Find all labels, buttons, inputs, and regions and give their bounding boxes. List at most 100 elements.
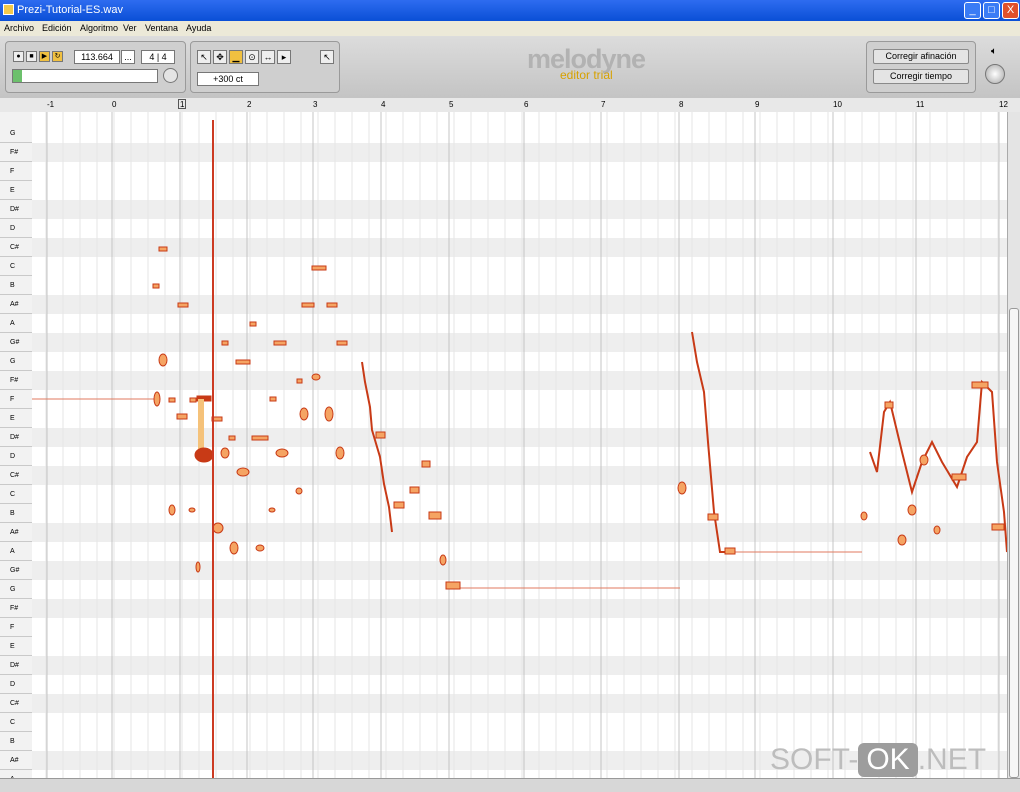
keyboard-key[interactable]: A [0, 542, 32, 561]
note-blob [919, 454, 929, 466]
key-label: F# [10, 149, 19, 156]
playhead-marker[interactable] [178, 99, 186, 109]
keyboard-key[interactable]: A# [0, 751, 32, 770]
key-label: F [10, 624, 15, 631]
note-editor-area[interactable] [32, 112, 1007, 778]
keyboard-key[interactable]: C# [0, 238, 32, 257]
pitch-offset-field[interactable]: +300 ct [197, 72, 259, 86]
separation-tool-icon[interactable]: ▸ [277, 50, 291, 64]
loop-button[interactable]: ↻ [52, 51, 63, 62]
keyboard-key[interactable]: F [0, 618, 32, 637]
keyboard-key[interactable]: D# [0, 656, 32, 675]
maximize-button[interactable]: □ [983, 2, 1000, 19]
tempo-field[interactable]: 113.664 [74, 50, 120, 64]
note-blob [168, 504, 176, 516]
play-button[interactable]: ▶ [39, 51, 50, 62]
ruler-label: -1 [47, 100, 55, 109]
keyboard-key[interactable]: G [0, 124, 32, 143]
ruler-label: 11 [916, 100, 925, 109]
key-label: D# [10, 206, 19, 213]
tempo-more-button[interactable]: ... [121, 50, 135, 64]
keyboard-key[interactable]: E [0, 181, 32, 200]
keyboard-key[interactable]: D# [0, 428, 32, 447]
note-blob [884, 401, 894, 409]
keyboard-key[interactable]: D [0, 675, 32, 694]
menu-algoritmo[interactable]: Algoritmo [80, 23, 118, 33]
keyboard-key[interactable]: D# [0, 200, 32, 219]
pitch-tool-icon[interactable]: ✥ [213, 50, 227, 64]
formant-tool-icon[interactable]: ⊙ [245, 50, 259, 64]
tools-panel: ↖ ✥ ▁ ⊙ ↔ ▸ +300 ct ↖ [190, 41, 340, 93]
note-blob [311, 265, 327, 271]
keyboard-key[interactable]: C# [0, 694, 32, 713]
keyboard-key[interactable]: F [0, 162, 32, 181]
note-blob [724, 547, 736, 555]
time-signature-field[interactable]: 4 | 4 [141, 50, 175, 64]
note-blob [439, 554, 447, 566]
key-label: D [10, 681, 16, 688]
keyboard-key[interactable]: C [0, 713, 32, 732]
time-ruler[interactable]: -1 0 1 2 3 4 5 6 7 8 9 10 11 12 [0, 98, 1020, 113]
key-label: B [10, 738, 15, 745]
record-button[interactable]: ● [13, 51, 24, 62]
keyboard-key[interactable]: G# [0, 333, 32, 352]
keyboard-key[interactable]: D [0, 447, 32, 466]
grid-row-shade [32, 333, 1007, 352]
watermark-box: OK [858, 743, 918, 777]
menu-archivo[interactable]: Archivo [4, 23, 34, 33]
metronome-icon[interactable] [163, 68, 178, 83]
menu-ventana[interactable]: Ventana [145, 23, 178, 33]
menu-edicion[interactable]: Edición [42, 23, 72, 33]
pitch-keyboard[interactable]: G F# F E D# D C# C B A# A G# G F# F E D# D C# C B A# A G# G F# F E D… [0, 112, 33, 789]
time-tool-icon[interactable]: ↔ [261, 50, 275, 64]
key-label: G [10, 358, 16, 365]
keyboard-key[interactable]: A [0, 314, 32, 333]
scrollbar-thumb[interactable] [1009, 308, 1019, 778]
keyboard-key[interactable]: B [0, 732, 32, 751]
volume-knob[interactable] [985, 64, 1005, 84]
note-blob [269, 396, 277, 402]
keyboard-key[interactable]: B [0, 276, 32, 295]
note-blob [212, 522, 224, 534]
correct-pitch-button[interactable]: Corregir afinación [873, 49, 969, 64]
menu-ayuda[interactable]: Ayuda [186, 23, 211, 33]
note-blob [409, 486, 420, 494]
pitch-modulation-tool-icon[interactable]: ▁ [229, 50, 243, 64]
keyboard-key[interactable]: B [0, 504, 32, 523]
main-tool-icon[interactable]: ↖ [197, 50, 211, 64]
ruler-label: 8 [679, 100, 684, 109]
keyboard-key[interactable]: G [0, 580, 32, 599]
app-icon [3, 4, 14, 15]
ruler-label: 6 [524, 100, 529, 109]
note-blob [324, 406, 334, 422]
grid-row-shade [32, 466, 1007, 485]
keyboard-key[interactable]: F# [0, 371, 32, 390]
vertical-scrollbar[interactable] [1007, 112, 1020, 778]
key-label: D [10, 225, 16, 232]
keyboard-key[interactable]: G# [0, 561, 32, 580]
correct-timing-button[interactable]: Corregir tiempo [873, 69, 969, 84]
close-button[interactable]: X [1002, 2, 1019, 19]
keyboard-key[interactable]: F# [0, 599, 32, 618]
stop-button[interactable]: ■ [26, 51, 37, 62]
note-blob [153, 391, 161, 407]
pointer-tool-icon[interactable]: ↖ [320, 50, 334, 64]
keyboard-key[interactable]: E [0, 637, 32, 656]
melodyne-logo: melodyne editor trial [527, 44, 687, 84]
note-blob [189, 397, 197, 403]
keyboard-key[interactable]: C [0, 485, 32, 504]
keyboard-key[interactable]: F# [0, 143, 32, 162]
key-label: G [10, 586, 16, 593]
key-label: C [10, 263, 16, 270]
position-progress-bar[interactable] [12, 69, 158, 83]
keyboard-key[interactable]: F [0, 390, 32, 409]
menu-ver[interactable]: Ver [123, 23, 137, 33]
keyboard-key[interactable]: A# [0, 523, 32, 542]
minimize-button[interactable]: _ [964, 2, 981, 19]
keyboard-key[interactable]: G [0, 352, 32, 371]
keyboard-key[interactable]: C# [0, 466, 32, 485]
keyboard-key[interactable]: C [0, 257, 32, 276]
keyboard-key[interactable]: D [0, 219, 32, 238]
keyboard-key[interactable]: A# [0, 295, 32, 314]
keyboard-key[interactable]: E [0, 409, 32, 428]
